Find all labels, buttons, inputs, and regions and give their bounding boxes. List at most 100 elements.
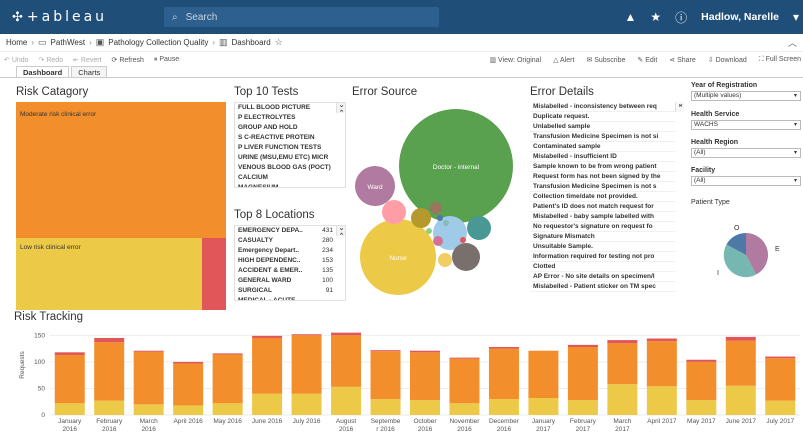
bar-segment[interactable] xyxy=(133,350,164,352)
filter-year-dropdown[interactable]: (Multiple values) ▾ xyxy=(691,91,801,101)
bar-segment[interactable] xyxy=(765,358,796,401)
bar-segment[interactable] xyxy=(331,332,362,336)
bar-segment[interactable] xyxy=(488,399,519,415)
test-list-item[interactable]: P LIVER FUNCTION TESTS xyxy=(235,143,345,153)
bar-segment[interactable] xyxy=(173,363,204,406)
top-locations-list[interactable]: EMERGENCY DEPA.. 431 CASUALTY 280 Emergency … xyxy=(234,225,346,301)
test-list-item[interactable]: P ELECTROLYTES xyxy=(235,113,345,123)
error-detail-item[interactable]: Mislabelled - baby sample labelled with xyxy=(530,212,675,222)
bar-segment[interactable] xyxy=(410,400,440,415)
error-details-scrollbar[interactable]: ⌃ ⌄ xyxy=(675,102,684,112)
bubble-source-8[interactable] xyxy=(467,216,491,240)
bar-segment[interactable] xyxy=(646,338,677,342)
tab-dashboard[interactable]: Dashboard xyxy=(16,66,70,77)
bar-segment[interactable] xyxy=(765,356,796,359)
bubble-source-14[interactable] xyxy=(460,237,466,243)
share-button[interactable]: ⋖ Share xyxy=(669,56,696,64)
test-list-item[interactable]: CALCIUM xyxy=(235,173,345,183)
bubble-source-9[interactable] xyxy=(452,243,480,271)
bubble-source-5[interactable] xyxy=(411,208,431,228)
filter-health-region-dropdown[interactable]: (All) ▾ xyxy=(691,148,801,158)
view-original-button[interactable]: ▥ View: Original xyxy=(489,56,541,64)
bar-segment[interactable] xyxy=(686,361,717,401)
bar-segment[interactable] xyxy=(94,342,125,401)
high-risk-block[interactable] xyxy=(202,238,226,310)
bar-segment[interactable] xyxy=(646,386,677,415)
bubble-source-6[interactable] xyxy=(430,202,442,214)
error-detail-item[interactable]: Patient's ID does not match request for xyxy=(530,202,675,212)
bar-segment[interactable] xyxy=(725,336,756,341)
bar-segment[interactable] xyxy=(331,335,362,387)
test-list-item[interactable]: S C-REACTIVE PROTEIN xyxy=(235,133,345,143)
top-tests-list[interactable]: FULL BLOOD PICTURE P ELECTROLYTES GROUP AN… xyxy=(234,102,346,188)
tab-charts[interactable]: Charts xyxy=(71,66,108,77)
location-list-item[interactable]: Emergency Depart.. 234 xyxy=(235,246,345,256)
bar-segment[interactable] xyxy=(607,343,638,385)
bar-segment[interactable] xyxy=(567,344,598,347)
bar-segment[interactable] xyxy=(54,354,85,404)
location-list-item[interactable]: GENERAL WARD 100 xyxy=(235,276,345,286)
error-detail-item[interactable]: Transfusion Medicine Specimen is not si xyxy=(530,132,675,142)
error-detail-item[interactable]: Collection time/date not provided. xyxy=(530,192,675,202)
collapse-caret-icon[interactable]: ︿ xyxy=(788,36,797,49)
bar-segment[interactable] xyxy=(370,399,401,415)
error-detail-item[interactable]: Information required for testing not pro xyxy=(530,252,675,262)
refresh-button[interactable]: ⟳ Refresh xyxy=(112,56,144,64)
bubble-source-12[interactable] xyxy=(437,215,443,221)
user-menu-caret-icon[interactable]: ▾ xyxy=(793,10,799,24)
subscribe-button[interactable]: ✉ Subscribe xyxy=(586,56,625,64)
download-button[interactable]: ⇩ Download xyxy=(708,56,747,64)
pause-button[interactable]: ⏸ Pause xyxy=(154,56,179,64)
error-detail-item[interactable]: Signature Mismatch xyxy=(530,232,675,242)
undo-button[interactable]: ↶ Undo xyxy=(4,56,29,64)
error-detail-item[interactable]: Mislabelled - insufficient ID xyxy=(530,152,675,162)
low-risk-block[interactable]: Low risk clinical error xyxy=(16,238,202,310)
error-detail-item[interactable]: No requestor's signature on request fo xyxy=(530,222,675,232)
location-list-item[interactable]: HIGH DEPENDENC.. 153 xyxy=(235,256,345,266)
bar-segment[interactable] xyxy=(449,403,480,415)
test-list-item[interactable]: FULL BLOOD PICTURE xyxy=(235,103,345,113)
bar-segment[interactable] xyxy=(607,340,638,344)
favorites-star-icon[interactable]: ★ xyxy=(650,10,661,24)
favorite-star-icon[interactable]: ☆ xyxy=(275,37,283,48)
edit-button[interactable]: ✎ Edit xyxy=(637,56,657,64)
tableau-logo[interactable]: ✣ +ableau xyxy=(12,9,142,25)
error-detail-item[interactable]: Clotted xyxy=(530,262,675,272)
bar-segment[interactable] xyxy=(528,398,559,415)
bar-segment[interactable] xyxy=(133,404,164,415)
redo-button[interactable]: ↷ Redo xyxy=(39,56,64,64)
filter-health-service-dropdown[interactable]: WACHS ▾ xyxy=(691,120,801,130)
bar-segment[interactable] xyxy=(410,350,440,353)
breadcrumb-workbook[interactable]: Pathology Collection Quality xyxy=(108,38,208,47)
bar-segment[interactable] xyxy=(370,351,401,400)
full-screen-button[interactable]: ⛶ Full Screen xyxy=(759,56,801,64)
bar-segment[interactable] xyxy=(765,400,796,415)
test-list-item[interactable]: URINE (MSU,EMU ETC) MICR xyxy=(235,153,345,163)
bar-segment[interactable] xyxy=(449,358,480,404)
bar-segment[interactable] xyxy=(725,340,756,386)
bar-segment[interactable] xyxy=(370,350,401,352)
user-menu[interactable]: Hadlow, Narelle xyxy=(701,11,779,23)
bubble-source-11[interactable] xyxy=(433,236,443,246)
error-detail-item[interactable]: Transfusion Medicine Specimen is not s xyxy=(530,182,675,192)
bubble-source-4[interactable] xyxy=(382,200,406,224)
filter-facility-dropdown[interactable]: (All) ▾ xyxy=(691,176,801,186)
bar-segment[interactable] xyxy=(567,400,598,415)
bubble-source-10[interactable] xyxy=(438,253,452,267)
error-detail-item[interactable]: Duplicate request. xyxy=(530,112,675,122)
scroll-down-icon[interactable]: ⌄ xyxy=(676,102,684,110)
test-list-item[interactable]: VENOUS BLOOD GAS (POCT) xyxy=(235,163,345,173)
test-list-item[interactable]: MAGNESIUM xyxy=(235,183,345,187)
top-locations-scrollbar[interactable]: ⌃⌄ xyxy=(336,226,345,236)
scroll-down-icon[interactable]: ⌄ xyxy=(337,226,345,234)
error-details-list[interactable]: Mislabelled - inconsistency between req D… xyxy=(530,102,684,292)
bar-segment[interactable] xyxy=(252,335,283,338)
error-detail-item[interactable]: Unsuitable Sample. xyxy=(530,242,675,252)
bar-segment[interactable] xyxy=(291,334,322,336)
location-list-item[interactable]: CASUALTY 280 xyxy=(235,236,345,246)
error-detail-item[interactable]: Request form has not been signed by the xyxy=(530,172,675,182)
bar-segment[interactable] xyxy=(331,386,362,415)
bar-segment[interactable] xyxy=(173,405,204,415)
bar-segment[interactable] xyxy=(528,350,559,398)
error-detail-item[interactable]: Mislabelled - Patient sticker on TM spec xyxy=(530,282,675,292)
